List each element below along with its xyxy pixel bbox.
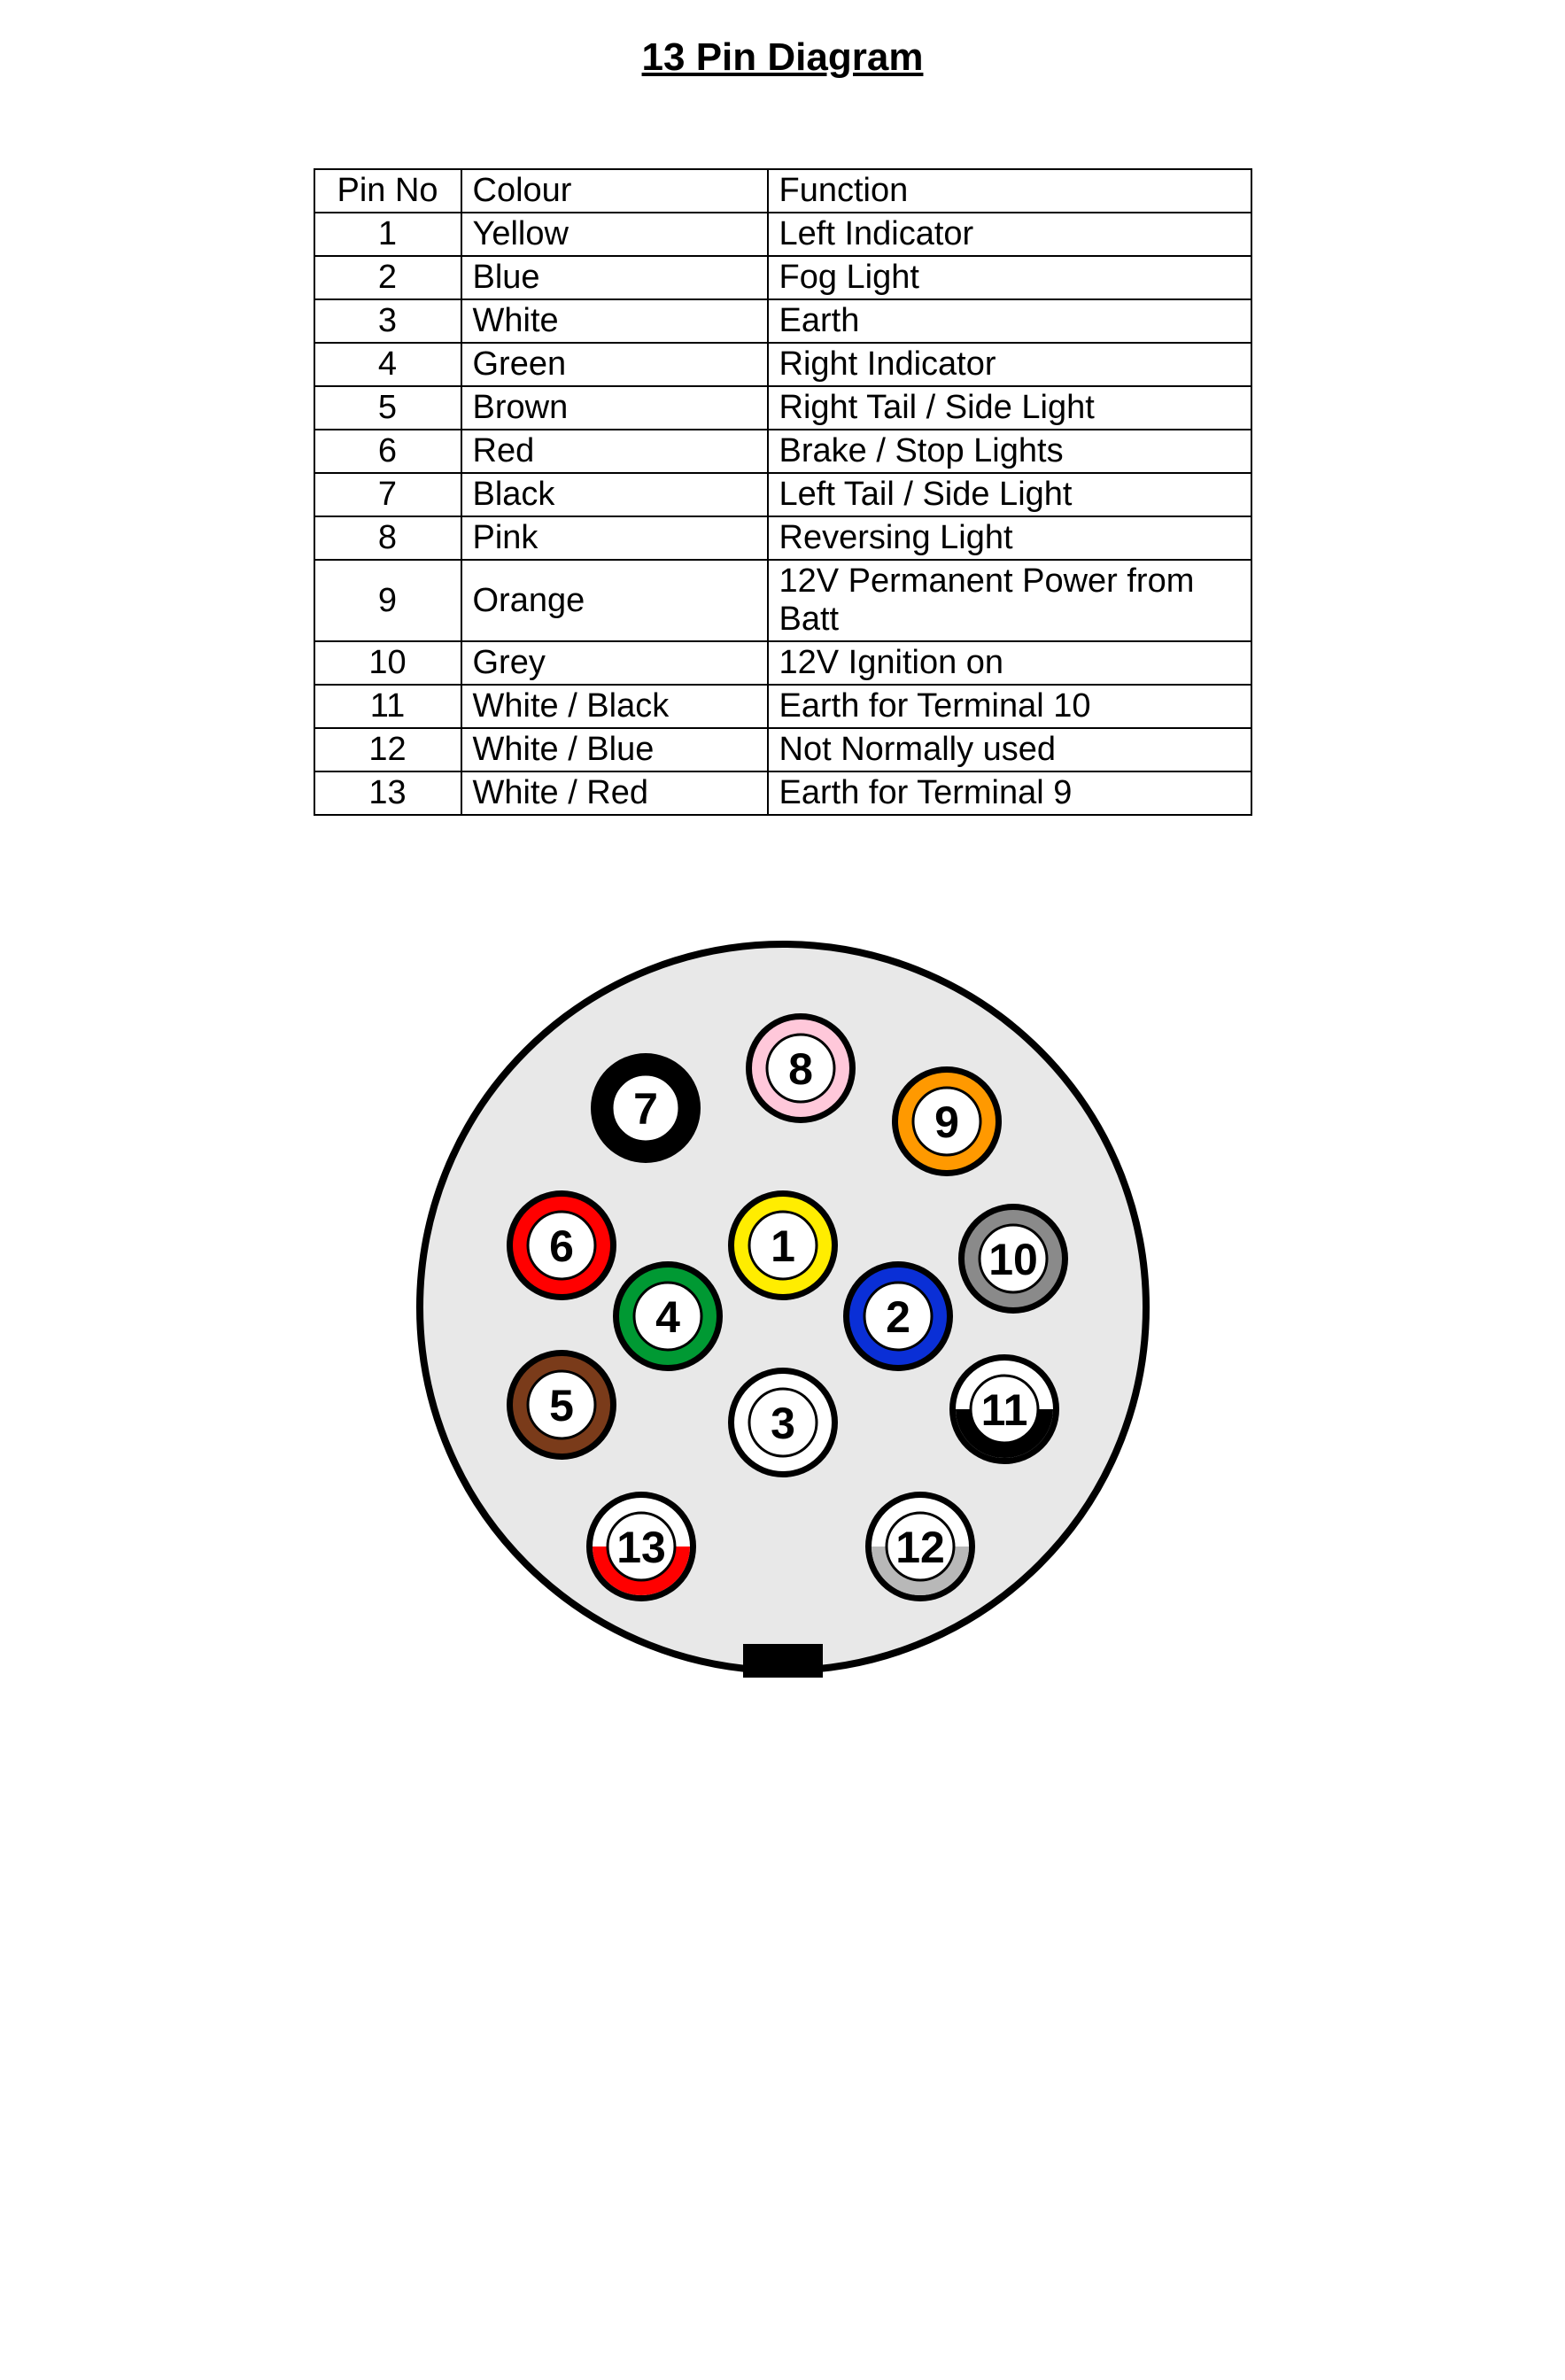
cell-pin-no: 9 <box>314 560 461 641</box>
cell-colour: White / Black <box>461 685 768 728</box>
cell-function: Right Indicator <box>768 343 1251 386</box>
cell-function: Earth for Terminal 10 <box>768 685 1251 728</box>
cell-function: 12V Ignition on <box>768 641 1251 685</box>
cell-colour: White <box>461 299 768 343</box>
table-row: 4GreenRight Indicator <box>314 343 1251 386</box>
pin-label: 9 <box>934 1097 959 1147</box>
cell-colour: Grey <box>461 641 768 685</box>
cell-function: Right Tail / Side Light <box>768 386 1251 430</box>
col-header-function: Function <box>768 169 1251 213</box>
pin-label: 13 <box>616 1523 666 1572</box>
pin-3: 3 <box>728 1368 838 1477</box>
table-row: 6RedBrake / Stop Lights <box>314 430 1251 473</box>
cell-function: Not Normally used <box>768 728 1251 771</box>
table-row: 12White / BlueNot Normally used <box>314 728 1251 771</box>
cell-pin-no: 2 <box>314 256 461 299</box>
cell-pin-no: 3 <box>314 299 461 343</box>
cell-function: Left Indicator <box>768 213 1251 256</box>
table-row: 10Grey12V Ignition on <box>314 641 1251 685</box>
table-row: 2BlueFog Light <box>314 256 1251 299</box>
pin-7: 7 <box>591 1053 701 1163</box>
cell-colour: Brown <box>461 386 768 430</box>
table-row: 5BrownRight Tail / Side Light <box>314 386 1251 430</box>
cell-function: 12V Permanent Power from Batt <box>768 560 1251 641</box>
col-header-pin: Pin No <box>314 169 461 213</box>
pin-label: 3 <box>771 1399 795 1448</box>
cell-function: Earth for Terminal 9 <box>768 771 1251 815</box>
cell-pin-no: 6 <box>314 430 461 473</box>
pin-label: 2 <box>886 1292 910 1342</box>
table-row: 8PinkReversing Light <box>314 516 1251 560</box>
cell-colour: Pink <box>461 516 768 560</box>
page-title: 13 Pin Diagram <box>314 35 1252 80</box>
cell-colour: White / Blue <box>461 728 768 771</box>
cell-function: Brake / Stop Lights <box>768 430 1251 473</box>
pin-table: Pin No Colour Function 1YellowLeft Indic… <box>314 168 1252 816</box>
pin-label: 4 <box>655 1292 680 1342</box>
cell-pin-no: 10 <box>314 641 461 685</box>
cell-function: Fog Light <box>768 256 1251 299</box>
cell-function: Reversing Light <box>768 516 1251 560</box>
table-row: 9Orange12V Permanent Power from Batt <box>314 560 1251 641</box>
pin-6: 6 <box>507 1190 616 1300</box>
cell-colour: Red <box>461 430 768 473</box>
cell-pin-no: 4 <box>314 343 461 386</box>
pin-label: 7 <box>633 1084 658 1134</box>
pin-5: 5 <box>507 1350 616 1460</box>
cell-pin-no: 11 <box>314 685 461 728</box>
cell-pin-no: 8 <box>314 516 461 560</box>
col-header-colour: Colour <box>461 169 768 213</box>
pin-label: 12 <box>895 1523 945 1572</box>
cell-pin-no: 7 <box>314 473 461 516</box>
cell-colour: Green <box>461 343 768 386</box>
table-row: 11White / BlackEarth for Terminal 10 <box>314 685 1251 728</box>
cell-pin-no: 13 <box>314 771 461 815</box>
pin-9: 9 <box>892 1066 1002 1176</box>
pin-11: 11 <box>949 1354 1059 1464</box>
cell-function: Earth <box>768 299 1251 343</box>
pin-label: 5 <box>549 1381 574 1430</box>
cell-pin-no: 12 <box>314 728 461 771</box>
cell-colour: White / Red <box>461 771 768 815</box>
cell-colour: Blue <box>461 256 768 299</box>
pin-4: 4 <box>613 1261 723 1371</box>
cell-colour: Orange <box>461 560 768 641</box>
table-row: 3WhiteEarth <box>314 299 1251 343</box>
pin-8: 8 <box>746 1013 856 1123</box>
cell-pin-no: 5 <box>314 386 461 430</box>
pin-label: 1 <box>771 1221 795 1271</box>
table-row: 7BlackLeft Tail / Side Light <box>314 473 1251 516</box>
cell-function: Left Tail / Side Light <box>768 473 1251 516</box>
pin-label: 8 <box>788 1044 813 1094</box>
table-row: 13White / RedEarth for Terminal 9 <box>314 771 1251 815</box>
connector-diagram: 12345678910111213 <box>398 922 1168 1693</box>
pin-label: 6 <box>549 1221 574 1271</box>
pin-1: 1 <box>728 1190 838 1300</box>
pin-12: 12 <box>865 1492 975 1601</box>
cell-colour: Black <box>461 473 768 516</box>
cell-colour: Yellow <box>461 213 768 256</box>
pin-10: 10 <box>958 1204 1068 1314</box>
pin-label: 10 <box>988 1235 1038 1284</box>
table-row: 1YellowLeft Indicator <box>314 213 1251 256</box>
pin-label: 11 <box>980 1385 1027 1435</box>
connector-key-notch <box>743 1644 823 1678</box>
pin-13: 13 <box>586 1492 696 1601</box>
pin-2: 2 <box>843 1261 953 1371</box>
cell-pin-no: 1 <box>314 213 461 256</box>
